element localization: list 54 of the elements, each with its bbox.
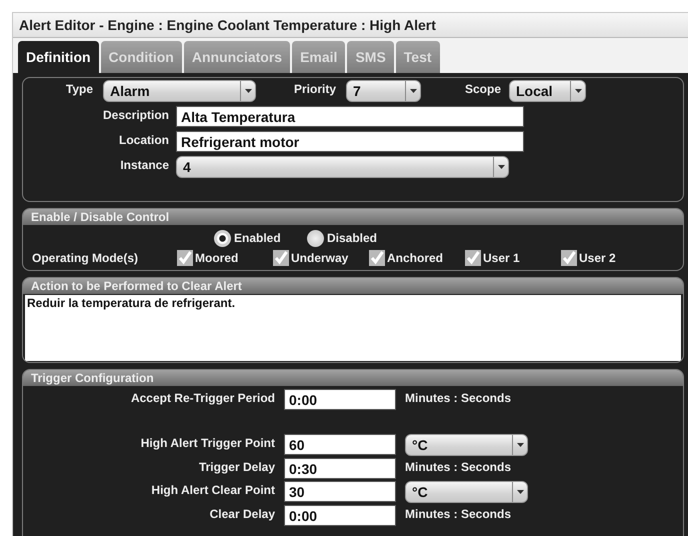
value-field[interactable]: 0:00 [284,505,396,526]
action-text-area[interactable]: Reduir la temperatura de refrigerant. [25,295,681,361]
field-label: Priority [292,81,336,96]
panel-header: Enable / Disable Control [23,209,683,225]
checkbox[interactable] [177,250,193,266]
value-field[interactable]: 0:00 [284,389,396,410]
checkbox[interactable] [273,250,289,266]
location-field[interactable]: Refrigerant motor [176,131,524,152]
field-label: Type [64,81,93,96]
caret-icon [410,89,416,93]
caret-icon [516,490,524,494]
operating-modes-label: Operating Mode(s) [32,251,140,265]
field-label: High Alert Clear Point [150,482,275,497]
checkbox-label: User 2 [579,251,616,265]
value-field[interactable]: 60 [284,434,396,455]
radio-label: Enabled [234,231,281,245]
description-field[interactable]: Alta Temperatura [176,106,524,127]
priority-dropdown[interactable]: 7 [346,80,421,102]
units-label: Minutes : Seconds [405,459,512,474]
checkbox-label: Moored [195,251,238,265]
unit-dropdown[interactable]: °C [405,481,528,503]
panel-header: Action to be Performed to Clear Alert [23,278,683,294]
panel-header: Trigger Configuration [23,370,683,386]
scope-dropdown[interactable]: Local [509,80,586,102]
caret-icon [244,89,252,93]
field-label: Scope [464,81,501,96]
caret-icon [574,89,582,93]
field-label: Accept Re-Trigger Period [130,390,275,405]
type-dropdown[interactable]: Alarm [103,80,256,102]
checkbox[interactable] [561,250,577,266]
window-title: Alert Editor - Engine : Engine Coolant Temperature : High Alert [13,13,688,38]
checkbox-label: Anchored [387,251,444,265]
units-label: Minutes : Seconds [405,390,512,405]
value-field[interactable]: 0:30 [284,458,396,479]
caret-icon [498,165,504,169]
field-label: Location [118,132,169,147]
field-label: Instance [119,157,169,172]
instance-dropdown[interactable]: 4 [176,156,509,178]
checkbox-label: User 1 [483,251,520,265]
tab[interactable]: Definition [18,41,99,73]
field-label: Trigger Delay [198,459,275,474]
checkbox[interactable] [369,250,385,266]
radio-label: Disabled [327,231,378,245]
checkbox[interactable] [465,250,481,266]
field-label: Clear Delay [208,506,275,521]
field-label: High Alert Trigger Point [140,435,275,450]
radio-button[interactable] [214,230,231,246]
field-label: Description [102,107,169,122]
radio-button[interactable] [307,230,324,246]
units-label: Minutes : Seconds [405,506,512,521]
unit-dropdown[interactable]: °C [405,434,528,456]
value-field[interactable]: 30 [284,481,396,502]
checkbox-label: Underway [291,251,348,265]
caret-icon [516,443,524,447]
